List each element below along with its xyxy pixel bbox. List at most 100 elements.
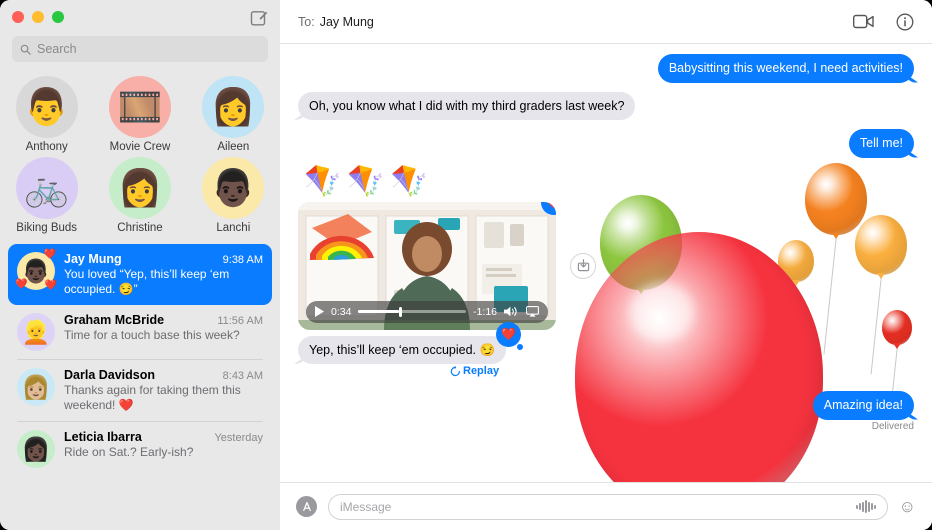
minimize-button[interactable]: [32, 11, 44, 23]
pinned-contact-label: Aileen: [217, 141, 250, 153]
pinned-contact[interactable]: 🎞️ Movie Crew: [93, 76, 186, 153]
conversation-body: Graham McBride 11:56 AM Time for a touch b…: [64, 313, 263, 351]
compose-icon[interactable]: [250, 9, 268, 27]
messages-window: Search 👨 Anthony 🎞️ Movie Crew 👩 Aileen 🚲 Bikin…: [0, 0, 932, 530]
avatar: 🎞️: [108, 76, 171, 138]
message-input-bar: iMessage ☺: [280, 482, 932, 530]
heart-icon: ❤️: [501, 327, 517, 341]
play-icon[interactable]: [315, 306, 324, 317]
conversation-row[interactable]: 👨🏿 ❤️ ❤️ ❤️ Jay Mung 9:38 AM You loved “Yep, t…: [8, 244, 272, 305]
to-label: To:: [298, 14, 315, 29]
conversation-body: Darla Davidson 8:43 AM Thanks again for ta…: [64, 368, 263, 413]
message-bubble[interactable]: Oh, you know what I did with my third gr…: [298, 91, 636, 120]
reply-reaction-badge[interactable]: ❤️: [496, 321, 524, 350]
conversation-name: Darla Davidson: [64, 368, 156, 382]
heart-icon: ❤️: [546, 201, 556, 210]
message-row: Oh, you know what I did with my third gr…: [298, 91, 914, 120]
appstore-icon[interactable]: [296, 496, 317, 517]
zoom-button[interactable]: [52, 11, 64, 23]
info-circle-icon[interactable]: [896, 13, 914, 31]
video-controls[interactable]: 0:34 -1:16: [306, 300, 548, 323]
video-attachment[interactable]: 0:34 -1:16 ❤️: [298, 201, 556, 330]
conversation-row[interactable]: 👱 Graham McBride 11:56 AM Time for a touch …: [8, 305, 272, 359]
message-bubble[interactable]: Babysitting this weekend, I need activit…: [657, 54, 914, 83]
conversation-body: Leticia Ibarra Yesterday Ride on Sat.? Ear…: [64, 430, 263, 468]
waveform-bar: [865, 500, 867, 513]
conversation-name: Graham McBride: [64, 313, 165, 327]
replay-icon: [450, 365, 460, 376]
conversation-preview: You loved “Yep, this’ll keep ‘em occupie…: [64, 267, 230, 296]
video-camera-icon[interactable]: [853, 14, 874, 29]
conversation-row[interactable]: 👩🏼 Darla Davidson 8:43 AM Thanks again for …: [8, 360, 272, 421]
replay-label: Replay: [463, 365, 500, 377]
share-icon: [577, 259, 589, 272]
search-container: Search: [0, 34, 280, 72]
avatar: 👩: [202, 76, 265, 138]
waveform-bar: [862, 501, 864, 512]
avatar: 👨🏿 ❤️ ❤️ ❤️: [15, 249, 57, 291]
pinned-contact-label: Christine: [117, 222, 163, 234]
pinned-contact[interactable]: 👩 Christine: [93, 157, 186, 234]
reply-message-row: Yep, this’ll keep ‘em occupied. 😏 ❤️: [298, 321, 914, 364]
title-bar: [0, 0, 280, 34]
emoji-icon[interactable]: ☺: [899, 498, 916, 515]
waveform-bar: [868, 501, 870, 512]
search-placeholder: Search: [37, 42, 77, 56]
pinned-contact[interactable]: 🚲 Biking Buds: [0, 157, 93, 234]
message-thread: Babysitting this weekend, I need activit…: [280, 44, 932, 482]
video-elapsed-time: 0:34: [331, 305, 352, 318]
pinned-contacts: 👨 Anthony 🎞️ Movie Crew 👩 Aileen 🚲 Biking Buds 👩…: [0, 72, 280, 244]
conversation-time: 8:43 AM: [222, 370, 263, 382]
pinned-contact[interactable]: 👨 Anthony: [0, 76, 93, 153]
conversation-name: Jay Mung: [64, 252, 122, 266]
video-scrubber[interactable]: [358, 306, 467, 317]
reply-bubble[interactable]: Yep, this’ll keep ‘em occupied. 😏: [298, 335, 507, 364]
messages-top-group: Babysitting this weekend, I need activit…: [298, 54, 914, 158]
pinned-contact[interactable]: 👩 Aileen: [187, 76, 280, 153]
chat-header: To: Jay Mung: [280, 0, 932, 44]
share-button[interactable]: [570, 252, 596, 279]
conversation-preview: Ride on Sat.? Early-ish?: [64, 445, 194, 459]
replay-button[interactable]: Replay: [450, 365, 914, 377]
traffic-lights: [12, 11, 64, 23]
airplay-icon[interactable]: [526, 306, 539, 317]
avatar: 👱: [17, 313, 55, 351]
conversation-time: 9:38 AM: [222, 254, 263, 266]
pinned-contact-label: Lanchi: [216, 222, 251, 234]
search-input[interactable]: Search: [12, 36, 268, 62]
close-button[interactable]: [12, 11, 24, 23]
waveform-bar: [856, 504, 858, 509]
conversation-preview: Thanks again for taking them this weeken…: [64, 383, 241, 412]
message-row: Tell me!: [298, 129, 914, 158]
pinned-contact[interactable]: 👨🏿 Lanchi: [187, 157, 280, 234]
waveform-bar: [874, 504, 876, 509]
waveform-bar: [859, 503, 861, 510]
delivery-status: Delivered: [871, 420, 914, 432]
conversation-time: 11:56 AM: [217, 315, 263, 327]
imessage-placeholder: iMessage: [340, 499, 392, 514]
volume-icon[interactable]: [504, 306, 519, 317]
imessage-input[interactable]: iMessage: [328, 493, 888, 520]
avatar: 👩: [108, 157, 171, 219]
avatar: 👩🏼: [17, 368, 55, 406]
conversation-list: 👨🏿 ❤️ ❤️ ❤️ Jay Mung 9:38 AM You loved “Yep, t…: [0, 244, 280, 530]
conversation-row[interactable]: 👩🏿 Leticia Ibarra Yesterday Ride on Sat.? E…: [8, 422, 272, 476]
search-icon: [20, 44, 31, 55]
pinned-contact-label: Movie Crew: [109, 141, 171, 153]
final-message-row: Amazing idea!: [298, 391, 914, 420]
final-message-bubble[interactable]: Amazing idea!: [812, 391, 914, 420]
avatar: 🚲: [15, 157, 78, 219]
audio-waveform-icon[interactable]: [856, 500, 876, 513]
conversation-body: Jay Mung 9:38 AM You loved “Yep, this’ll k…: [64, 252, 263, 297]
conversation-preview: Time for a touch base this week?: [64, 328, 240, 342]
waveform-bar: [871, 503, 873, 510]
recipient-name[interactable]: Jay Mung: [320, 15, 374, 29]
message-row: Babysitting this weekend, I need activit…: [298, 54, 914, 83]
avatar: 👩🏿: [17, 430, 55, 468]
video-remaining-time: -1:16: [473, 305, 497, 318]
conversation-name: Leticia Ibarra: [64, 430, 142, 444]
message-bubble[interactable]: Tell me!: [848, 129, 914, 158]
video-message-row: 0:34 -1:16 ❤️: [298, 201, 914, 330]
header-actions: [853, 13, 914, 31]
sidebar: Search 👨 Anthony 🎞️ Movie Crew 👩 Aileen 🚲 Bikin…: [0, 0, 280, 530]
